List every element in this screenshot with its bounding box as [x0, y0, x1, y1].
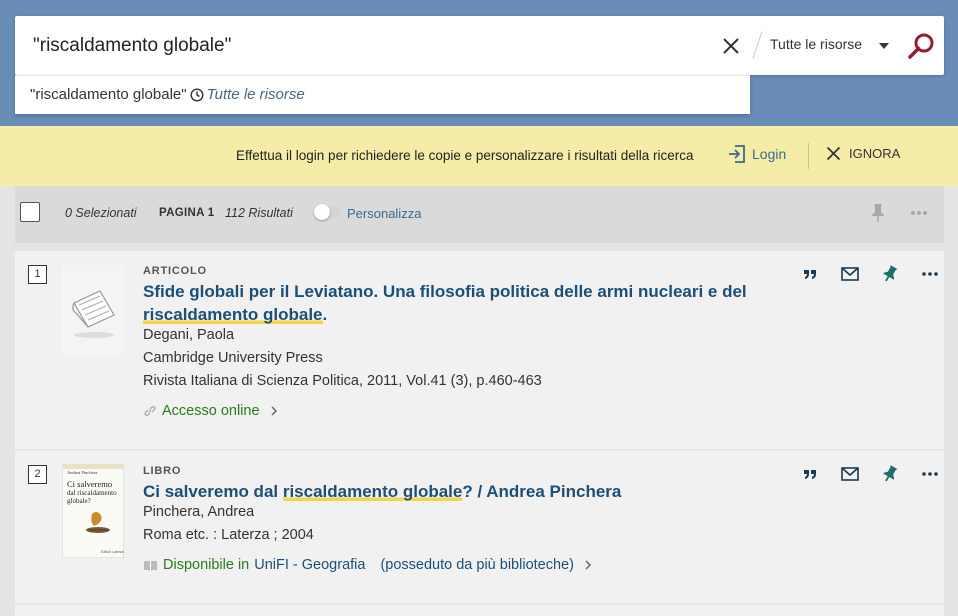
pin-button[interactable]: [870, 263, 910, 285]
email-button[interactable]: [830, 263, 870, 285]
result-type: ARTICOLO: [143, 265, 207, 277]
result-item: 1 ARTICOLO Sfide globali per il Leviatan…: [15, 251, 944, 449]
search-icon[interactable]: [906, 31, 936, 61]
link-icon: [144, 406, 156, 416]
suggestion-term: "riscaldamento globale": [30, 86, 187, 103]
search-input[interactable]: [33, 16, 713, 75]
more-button[interactable]: [910, 463, 950, 485]
cover-title-3: globale?: [67, 497, 91, 505]
availability-link[interactable]: Accesso online: [143, 403, 278, 419]
availability-text: Accesso online: [162, 403, 260, 419]
title-text-end: .: [322, 305, 328, 324]
result-author: Degani, Paola: [143, 327, 235, 343]
ignore-button[interactable]: IGNORA: [826, 146, 900, 161]
result-publisher: Cambridge University Press: [143, 350, 323, 366]
scope-select[interactable]: Tutte le risorse: [770, 36, 862, 52]
email-icon: [841, 267, 859, 281]
personalize-toggle[interactable]: [314, 204, 340, 220]
result-number[interactable]: 2: [28, 465, 47, 484]
next-result-edge: [15, 605, 944, 616]
availability-more: (posseduto da più biblioteche): [380, 557, 574, 573]
more-icon[interactable]: [910, 210, 928, 216]
chevron-right-icon: [585, 560, 591, 570]
availability-location: UniFI - Geografia: [254, 557, 366, 573]
availability-link[interactable]: Disponibile in UniFI - Geografia (possed…: [143, 557, 592, 573]
more-icon: [922, 472, 938, 476]
ignore-label: IGNORA: [849, 146, 901, 161]
result-type: LIBRO: [143, 465, 182, 477]
search-bar: Tutte le risorse: [15, 16, 944, 75]
result-title[interactable]: Ci salveremo dal riscaldamento globale? …: [143, 480, 763, 503]
result-title[interactable]: Sfide globali per il Leviatano. Una filo…: [143, 280, 763, 326]
login-message: Effettua il login per richiedere le copi…: [236, 148, 694, 163]
personalize-label[interactable]: Personalizza: [347, 206, 421, 221]
more-icon: [922, 272, 938, 276]
quote-icon: [804, 470, 816, 479]
login-button[interactable]: Login: [728, 144, 786, 164]
select-all-checkbox[interactable]: [20, 202, 40, 222]
book-cover: Andrea Pinchera Ci salveremo dal riscald…: [62, 464, 124, 558]
login-label: Login: [752, 146, 787, 162]
pin-icon: [883, 465, 898, 482]
caret-down-icon[interactable]: [879, 43, 889, 49]
clear-icon[interactable]: [719, 34, 743, 58]
clock-icon: [190, 87, 204, 102]
title-text-end: ? / Andrea Pinchera: [462, 482, 622, 501]
close-icon: [826, 146, 841, 161]
article-thumbnail: [62, 265, 124, 355]
cover-title-2: dal riscaldamento: [67, 489, 117, 497]
title-text: Sfide globali per il Leviatano. Una filo…: [143, 282, 747, 301]
cite-button[interactable]: [790, 263, 830, 285]
pin-icon: [883, 265, 898, 282]
page-indicator: PAGINA 1: [159, 207, 215, 219]
login-banner: Effettua il login per richiedere le copi…: [0, 126, 958, 186]
toggle-knob: [314, 204, 330, 220]
result-item: 2 Andrea Pinchera Ci salveremo dal risca…: [15, 451, 944, 603]
search-suggestion[interactable]: "riscaldamento globale" Tutte le risorse: [15, 75, 750, 114]
email-button[interactable]: [830, 463, 870, 485]
pin-button[interactable]: [870, 463, 910, 485]
book-icon: [144, 560, 157, 571]
cite-button[interactable]: [790, 463, 830, 485]
cover-author: Andrea Pinchera: [67, 470, 97, 475]
results-toolbar: 0 Selezionati PAGINA 1 112 Risultati Per…: [15, 186, 944, 243]
result-publisher: Roma etc. : Laterza ; 2004: [143, 527, 314, 543]
cover-title-1: Ci salveremo: [67, 479, 112, 489]
title-highlight: riscaldamento globale: [143, 305, 323, 324]
availability-text: Disponibile in: [163, 557, 250, 573]
pin-icon[interactable]: [870, 203, 886, 223]
title-highlight: riscaldamento globale: [282, 482, 463, 501]
suggestion-scope: Tutte le risorse: [206, 86, 305, 103]
quote-icon: [804, 270, 816, 279]
search-divider: [752, 31, 763, 59]
result-actions: [790, 463, 950, 485]
cover-publisher: Editori Laterza: [101, 550, 124, 554]
result-number[interactable]: 1: [28, 265, 47, 284]
chevron-right-icon: [271, 406, 277, 416]
title-text: Ci salveremo dal: [143, 482, 283, 501]
results-count: 112 Risultati: [225, 206, 293, 220]
email-icon: [841, 467, 859, 481]
result-source: Rivista Italiana di Scienza Politica, 20…: [143, 373, 542, 389]
selected-count: 0 Selezionati: [65, 206, 137, 220]
result-author: Pinchera, Andrea: [143, 504, 255, 520]
result-actions: [790, 263, 950, 285]
more-button[interactable]: [910, 263, 950, 285]
login-icon: [729, 145, 745, 163]
login-divider: [808, 143, 809, 169]
